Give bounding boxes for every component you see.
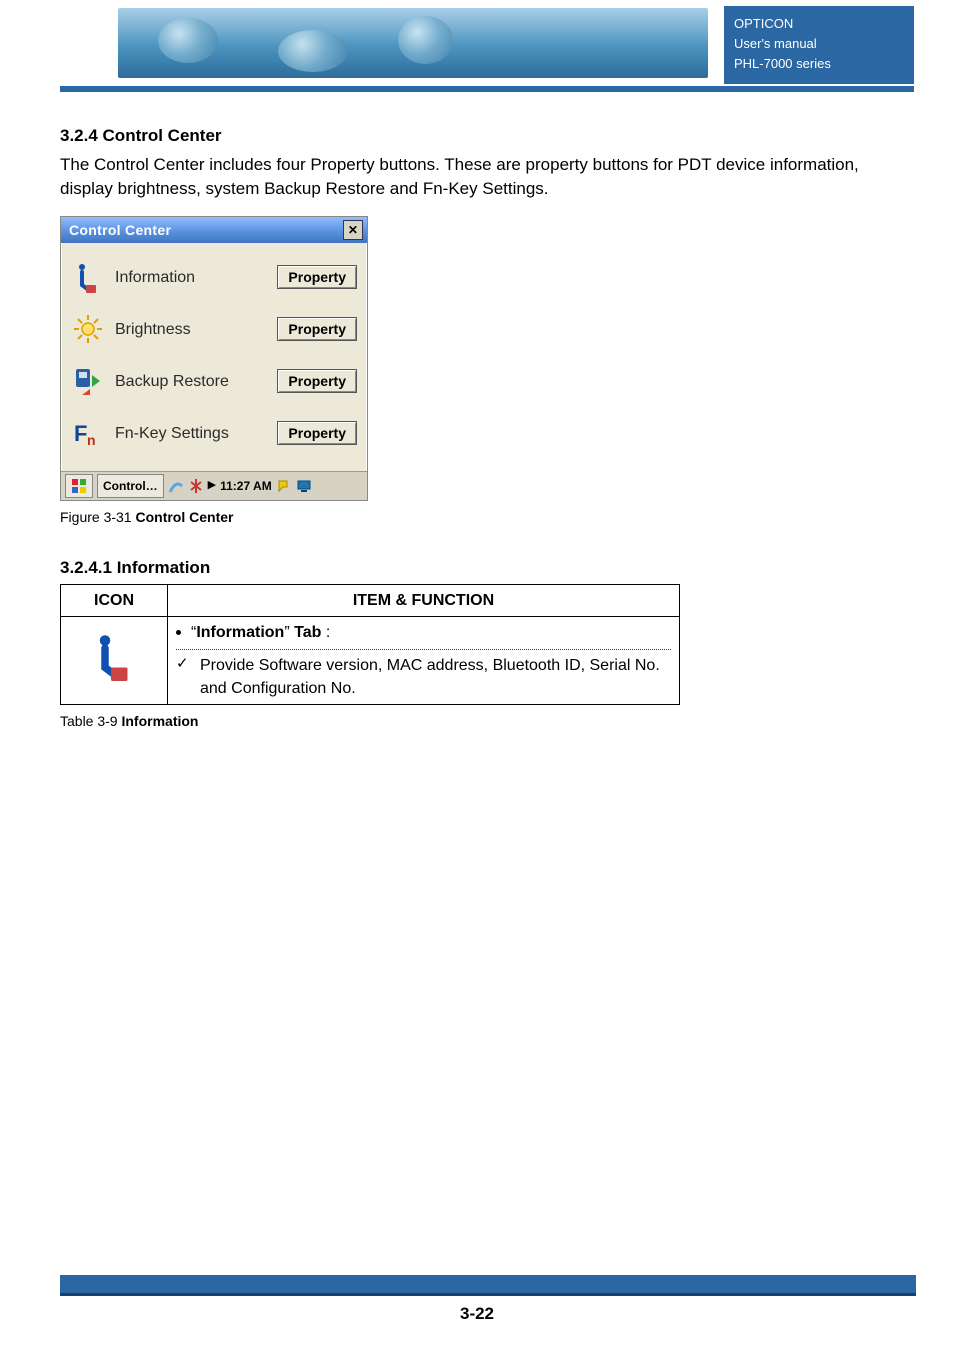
property-button-backup-restore[interactable]: Property xyxy=(277,369,357,393)
banner-line-2: User's manual xyxy=(734,34,914,54)
tray-arrow-icon: ▶ xyxy=(208,478,216,494)
figure-3-31-caption: Figure 3-31 Control Center xyxy=(60,507,914,527)
table-3-9-prefix: Table 3-9 xyxy=(60,713,121,729)
info-function-cell: “Information” Tab : ✓ Provide Software v… xyxy=(168,617,680,705)
banner-underline xyxy=(60,86,914,92)
info-tab-line: “Information” Tab : xyxy=(176,621,671,649)
info-desc-line: ✓ Provide Software version, MAC address,… xyxy=(176,654,671,700)
figure-3-31-name: Control Center xyxy=(135,509,233,525)
check-icon: ✓ xyxy=(176,654,190,700)
desktop-icon[interactable] xyxy=(296,478,312,494)
property-button-information[interactable]: Property xyxy=(277,265,357,289)
window-titlebar: Control Center ✕ xyxy=(61,217,367,243)
svg-text:n: n xyxy=(87,432,96,448)
banner-meta: OPTICON User's manual PHL-7000 series xyxy=(724,6,914,84)
section-heading: 3.2.4 Control Center xyxy=(60,124,914,149)
row-brightness: Brightness Property xyxy=(69,303,359,355)
row-information: Information Property xyxy=(69,251,359,303)
control-center-window: Control Center ✕ Information Property xyxy=(60,216,368,501)
footer-bar xyxy=(60,1275,916,1296)
subsection-heading: 3.2.4.1 Information xyxy=(60,556,914,581)
property-button-fn-key[interactable]: Property xyxy=(277,421,357,445)
tray-icon-1[interactable] xyxy=(168,478,184,494)
fn-key-icon: F n xyxy=(71,416,105,450)
info-desc-text: Provide Software version, MAC address, B… xyxy=(200,654,671,700)
banner-line-3: PHL-7000 series xyxy=(734,54,914,74)
taskbar: Control… ▶ 11:27 AM xyxy=(61,471,367,500)
page-number: 3-22 xyxy=(0,1302,954,1327)
close-icon: ✕ xyxy=(348,224,358,236)
tray-icon-2[interactable] xyxy=(188,478,204,494)
information-table: ICON ITEM & FUNCTION “Information” Tab :… xyxy=(60,584,680,705)
tray-icon-3[interactable] xyxy=(276,478,292,494)
row-fn-key: F n Fn-Key Settings Property xyxy=(69,407,359,459)
brightness-icon xyxy=(71,312,105,346)
row-fn-key-label: Fn-Key Settings xyxy=(115,422,267,445)
page-header: OPTICON User's manual PHL-7000 series xyxy=(60,0,914,96)
row-information-label: Information xyxy=(115,266,267,289)
table-3-9-name: Information xyxy=(121,713,198,729)
backup-restore-icon xyxy=(71,364,105,398)
taskbar-time: 11:27 AM xyxy=(220,478,272,495)
info-icon xyxy=(71,260,105,294)
figure-3-31-prefix: Figure 3-31 xyxy=(60,509,135,525)
col-header-icon: ICON xyxy=(61,585,168,617)
info-icon-cell xyxy=(61,617,168,705)
section-body: The Control Center includes four Propert… xyxy=(60,153,914,202)
windows-icon xyxy=(71,478,87,494)
taskbar-app-label: Control… xyxy=(103,478,158,495)
start-button[interactable] xyxy=(65,474,93,498)
info-icon-large xyxy=(90,633,138,681)
table-3-9-caption: Table 3-9 Information xyxy=(60,711,914,731)
col-header-item-function: ITEM & FUNCTION xyxy=(168,585,680,617)
property-button-brightness[interactable]: Property xyxy=(277,317,357,341)
taskbar-app-button[interactable]: Control… xyxy=(97,474,164,498)
page-footer: 3-22 xyxy=(0,1275,954,1327)
svg-text:F: F xyxy=(74,421,87,446)
taskbar-tray: ▶ 11:27 AM xyxy=(168,478,363,495)
close-button[interactable]: ✕ xyxy=(343,220,363,240)
banner-line-1: OPTICON xyxy=(734,14,914,34)
window-title: Control Center xyxy=(69,220,171,240)
row-backup-restore-label: Backup Restore xyxy=(115,370,267,393)
banner-graphic xyxy=(118,8,708,78)
bullet-icon xyxy=(176,630,181,635)
row-brightness-label: Brightness xyxy=(115,318,267,341)
row-backup-restore: Backup Restore Property xyxy=(69,355,359,407)
window-body: Information Property xyxy=(61,243,367,471)
